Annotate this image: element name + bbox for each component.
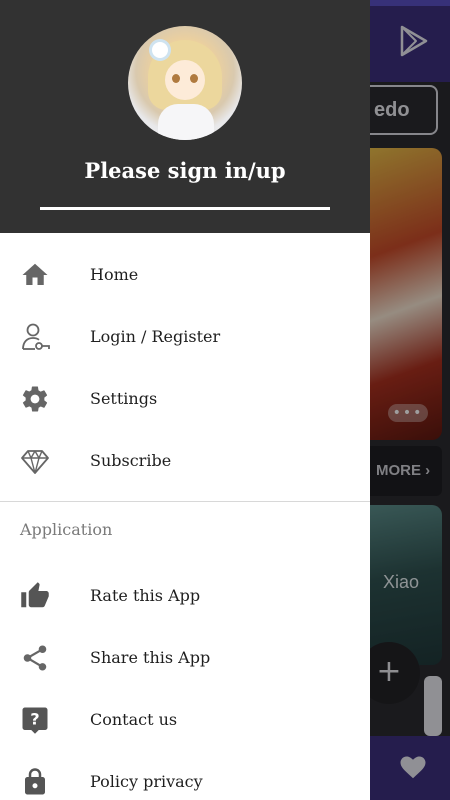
menu-item-label: Contact us bbox=[90, 710, 178, 729]
menu-item-label: Login / Register bbox=[90, 327, 221, 346]
menu-item-settings[interactable]: Settings bbox=[0, 368, 370, 430]
diamond-icon bbox=[21, 450, 49, 474]
menu-item-subscribe[interactable]: Subscribe bbox=[0, 430, 370, 492]
menu-item-label: Subscribe bbox=[90, 451, 172, 470]
drawer-scrim[interactable] bbox=[370, 0, 450, 800]
user-key-icon bbox=[22, 323, 50, 350]
navigation-drawer: Please sign in/up Home Login / Register … bbox=[0, 0, 370, 800]
menu-item-label: Share this App bbox=[90, 648, 211, 667]
help-icon: ? bbox=[22, 707, 48, 734]
avatar[interactable] bbox=[128, 26, 242, 140]
home-icon bbox=[22, 263, 48, 285]
menu-item-contact-us[interactable]: ? Contact us bbox=[0, 689, 370, 751]
share-icon bbox=[23, 645, 47, 671]
divider bbox=[0, 501, 370, 502]
menu-item-share-app[interactable]: Share this App bbox=[0, 627, 370, 689]
menu-item-home[interactable]: Home bbox=[0, 244, 370, 306]
menu-item-login-register[interactable]: Login / Register bbox=[0, 306, 370, 368]
menu-item-label: Rate this App bbox=[90, 586, 201, 605]
drawer-header: Please sign in/up bbox=[0, 0, 370, 233]
avatar-eye bbox=[190, 74, 198, 83]
gear-icon bbox=[22, 386, 48, 412]
avatar-eye bbox=[172, 74, 180, 83]
menu-item-policy-privacy[interactable]: Policy privacy bbox=[0, 751, 370, 800]
svg-text:?: ? bbox=[30, 709, 39, 728]
header-underline bbox=[40, 207, 330, 210]
menu-item-rate-app[interactable]: Rate this App bbox=[0, 565, 370, 627]
section-title-application: Application bbox=[20, 520, 113, 539]
sign-in-label[interactable]: Please sign in/up bbox=[0, 158, 370, 183]
menu-item-label: Policy privacy bbox=[90, 772, 203, 791]
thumbs-up-icon bbox=[21, 582, 49, 608]
lock-icon bbox=[25, 768, 45, 795]
menu-item-label: Home bbox=[90, 265, 139, 284]
avatar-face bbox=[165, 60, 205, 100]
avatar-flower bbox=[152, 42, 168, 58]
menu-item-label: Settings bbox=[90, 389, 158, 408]
avatar-body bbox=[158, 104, 214, 140]
